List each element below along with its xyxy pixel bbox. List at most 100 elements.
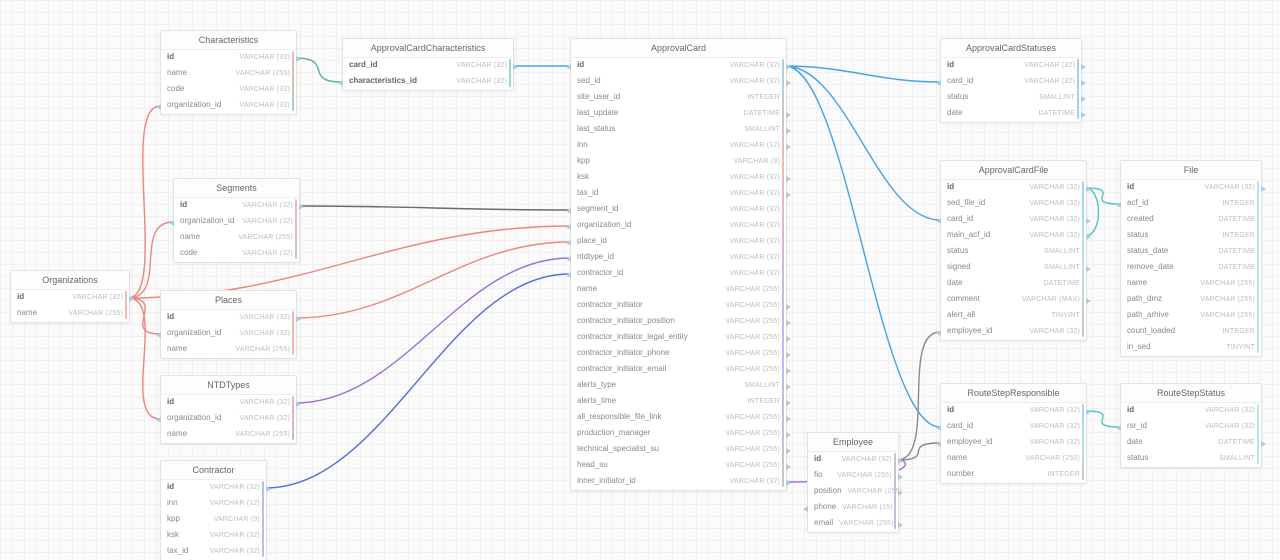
column-type: VARCHAR (32) bbox=[209, 484, 260, 491]
port-icon bbox=[1081, 80, 1086, 86]
column-name: name bbox=[1127, 278, 1147, 287]
column-row: dateDATETIME bbox=[941, 106, 1081, 122]
relationship-link bbox=[785, 66, 940, 220]
column-row: nameVARCHAR (255) bbox=[941, 451, 1086, 467]
column-type: VARCHAR (32) bbox=[1029, 328, 1080, 335]
column-name: last_update bbox=[577, 108, 618, 117]
column-name: number bbox=[947, 469, 974, 478]
column-type: VARCHAR (12) bbox=[209, 500, 260, 507]
relationship-link bbox=[298, 206, 570, 210]
entity-title: Segments bbox=[174, 179, 299, 198]
column-type: VARCHAR (32) bbox=[1029, 216, 1080, 223]
column-name: card_id bbox=[947, 76, 973, 85]
column-type: VARCHAR (32) bbox=[841, 456, 892, 463]
column-row: idVARCHAR (32) bbox=[941, 403, 1086, 419]
column-row: sed_file_idVARCHAR (32) bbox=[941, 196, 1086, 212]
entity-title: File bbox=[1121, 161, 1261, 180]
entity-ApprovalCardStatuses[interactable]: ApprovalCardStatusesidVARCHAR (32)card_i… bbox=[940, 38, 1082, 123]
port-icon bbox=[1086, 266, 1091, 272]
accent-stripe bbox=[1257, 181, 1259, 353]
entity-File[interactable]: FileidVARCHAR (32)acf_idINTEGERcreatedDA… bbox=[1120, 160, 1262, 357]
accent-stripe bbox=[262, 481, 264, 557]
entity-RouteStepResponsible[interactable]: RouteStepResponsibleidVARCHAR (32)card_i… bbox=[940, 383, 1087, 484]
column-row: kppVARCHAR (9) bbox=[571, 154, 786, 170]
column-type: INTEGER bbox=[1222, 328, 1255, 335]
column-row: place_idVARCHAR (32) bbox=[571, 234, 786, 250]
port-icon bbox=[1086, 218, 1091, 224]
port-icon bbox=[786, 80, 791, 86]
entity-NTDTypes[interactable]: NTDTypesidVARCHAR (32)organization_idVAR… bbox=[160, 375, 297, 444]
relationship-link bbox=[295, 242, 570, 318]
port-icon bbox=[786, 400, 791, 406]
entity-Characteristics[interactable]: CharacteristicsidVARCHAR (32)nameVARCHAR… bbox=[160, 30, 297, 115]
port-icon bbox=[786, 416, 791, 422]
column-type: VARCHAR (32) bbox=[456, 62, 507, 69]
port-icon bbox=[1081, 64, 1086, 70]
entity-Places[interactable]: PlacesidVARCHAR (32)organization_idVARCH… bbox=[160, 290, 297, 359]
column-name: site_user_id bbox=[577, 92, 620, 101]
column-type: SMALLINT bbox=[744, 382, 780, 389]
column-row: contractor_idVARCHAR (32) bbox=[571, 266, 786, 282]
column-row: card_idVARCHAR (32) bbox=[343, 58, 513, 74]
column-name: ntdtype_id bbox=[577, 252, 614, 261]
column-row: path_arhiveVARCHAR (255) bbox=[1121, 308, 1261, 324]
column-row: nameVARCHAR (255) bbox=[1121, 276, 1261, 292]
entity-RouteStepStatus[interactable]: RouteStepStatusidVARCHAR (32)rsr_idVARCH… bbox=[1120, 383, 1262, 468]
column-type: DATETIME bbox=[1044, 280, 1080, 287]
port-icon bbox=[1116, 425, 1121, 431]
entity-Segments[interactable]: SegmentsidVARCHAR (32)organization_idVAR… bbox=[173, 178, 300, 263]
port-icon bbox=[786, 384, 791, 390]
port-icon bbox=[296, 401, 301, 407]
column-name: id bbox=[814, 454, 821, 463]
column-row: organization_idVARCHAR (32) bbox=[161, 326, 296, 342]
entity-ApprovalCardFile[interactable]: ApprovalCardFileidVARCHAR (32)sed_file_i… bbox=[940, 160, 1087, 341]
column-type: VARCHAR (12) bbox=[729, 142, 780, 149]
port-icon bbox=[786, 320, 791, 326]
column-name: employee_id bbox=[947, 326, 992, 335]
port-icon bbox=[156, 332, 161, 338]
column-type: VARCHAR (255) bbox=[725, 318, 780, 325]
column-row: site_user_id INTEGER bbox=[571, 90, 786, 106]
erd-canvas[interactable]: OrganizationsidVARCHAR (32)nameVARCHAR (… bbox=[0, 0, 1280, 560]
column-type: VARCHAR (32) bbox=[242, 250, 293, 257]
column-type: INTEGER bbox=[747, 94, 780, 101]
column-row: nameVARCHAR (255) bbox=[161, 427, 296, 443]
column-name: sed_id bbox=[577, 76, 601, 85]
entity-Organizations[interactable]: OrganizationsidVARCHAR (32)nameVARCHAR (… bbox=[10, 270, 130, 323]
entity-Employee[interactable]: EmployeeidVARCHAR (32)fioVARCHAR (255)po… bbox=[807, 432, 899, 533]
port-icon bbox=[786, 368, 791, 374]
entity-title: ApprovalCardStatuses bbox=[941, 39, 1081, 58]
column-name: status_date bbox=[1127, 246, 1168, 255]
column-name: kpp bbox=[577, 156, 590, 165]
port-icon bbox=[338, 80, 343, 86]
column-row: head_suVARCHAR (255) bbox=[571, 458, 786, 474]
column-name: characteristics_id bbox=[349, 76, 417, 85]
port-icon bbox=[786, 128, 791, 134]
column-name: position bbox=[814, 486, 842, 495]
column-row: main_acf_idVARCHAR (32) bbox=[941, 228, 1086, 244]
port-icon bbox=[1116, 202, 1121, 208]
accent-stripe bbox=[1082, 404, 1084, 480]
entity-Contractor[interactable]: ContractoridVARCHAR (32)innVARCHAR (12)k… bbox=[160, 460, 267, 560]
column-name: id bbox=[1127, 182, 1134, 191]
column-row: statusSMALLINT bbox=[941, 90, 1081, 106]
column-type: VARCHAR (32) bbox=[729, 190, 780, 197]
relationship-link bbox=[128, 298, 160, 419]
column-type: VARCHAR (32) bbox=[1204, 184, 1255, 191]
column-type: DATETIME bbox=[1219, 439, 1255, 446]
entity-ApprovalCardCharacteristics[interactable]: ApprovalCardCharacteristicscard_idVARCHA… bbox=[342, 38, 514, 91]
column-row: last_updateDATETIME bbox=[571, 106, 786, 122]
port-icon bbox=[936, 218, 941, 224]
port-icon bbox=[1261, 186, 1266, 192]
entity-title: ApprovalCardFile bbox=[941, 161, 1086, 180]
column-type: VARCHAR (32) bbox=[1204, 407, 1255, 414]
accent-stripe bbox=[292, 311, 294, 355]
column-name: phone bbox=[814, 502, 836, 511]
column-row: idVARCHAR (32) bbox=[161, 480, 266, 496]
port-icon bbox=[803, 506, 808, 512]
column-name: code bbox=[167, 84, 184, 93]
entity-ApprovalCard[interactable]: ApprovalCardidVARCHAR (32)sed_idVARCHAR … bbox=[570, 38, 787, 491]
entity-title: RouteStepStatus bbox=[1121, 384, 1261, 403]
accent-stripe bbox=[125, 291, 127, 319]
column-row: nameVARCHAR (255) bbox=[161, 342, 296, 358]
